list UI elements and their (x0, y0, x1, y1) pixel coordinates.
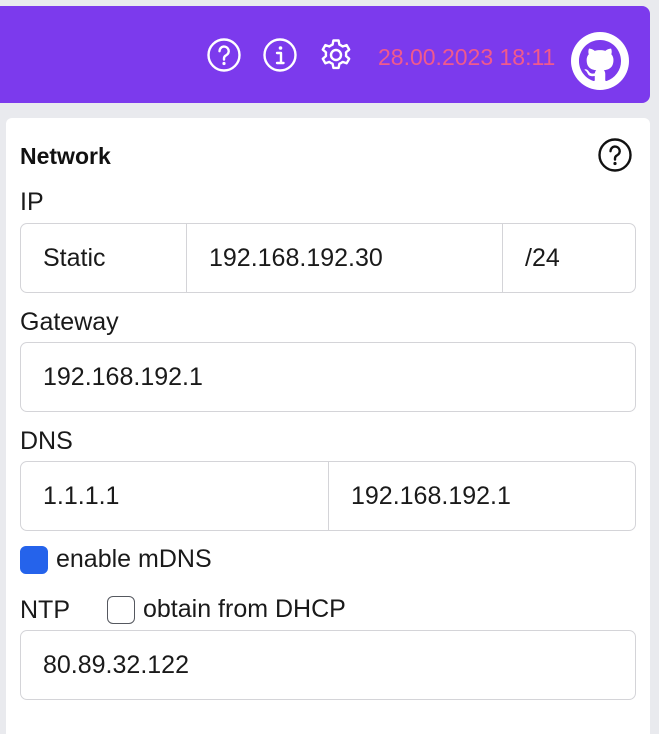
ntp-dhcp-label: obtain from DHCP (143, 595, 346, 623)
section-title: Network (20, 143, 111, 169)
ip-address-input[interactable]: 192.168.192.30 (186, 224, 502, 292)
top-bar: 28.00.2023 18:11 (0, 6, 650, 103)
dns-label: DNS (20, 427, 73, 455)
gateway-label: Gateway (20, 308, 119, 336)
github-icon[interactable] (571, 32, 629, 90)
ip-label: IP (20, 188, 44, 216)
network-card: Network IP Static 192.168.192.30 /24 Gat… (6, 118, 650, 734)
ntp-label: NTP (20, 596, 70, 624)
ip-prefix-input[interactable]: /24 (502, 224, 635, 292)
gear-icon[interactable] (318, 37, 354, 73)
ip-mode-select[interactable]: Static (21, 224, 186, 292)
gateway-input[interactable]: 192.168.192.1 (21, 343, 635, 411)
dns-input-group: 1.1.1.1 192.168.192.1 (20, 461, 636, 531)
mdns-label: enable mDNS (56, 545, 212, 573)
help-icon[interactable] (597, 137, 633, 173)
ip-input-group: Static 192.168.192.30 /24 (20, 223, 636, 293)
mdns-checkbox[interactable] (20, 545, 48, 574)
gateway-input-group: 192.168.192.1 (20, 342, 636, 412)
help-icon[interactable] (206, 37, 242, 73)
dns-primary-input[interactable]: 1.1.1.1 (21, 462, 328, 530)
ntp-input-group: 80.89.32.122 (20, 630, 636, 700)
dns-secondary-input[interactable]: 192.168.192.1 (328, 462, 635, 530)
ntp-dhcp-row[interactable]: obtain from DHCP (107, 595, 346, 624)
info-icon[interactable] (262, 37, 298, 73)
mdns-row[interactable]: enable mDNS (20, 545, 212, 574)
ntp-dhcp-checkbox[interactable] (107, 595, 135, 624)
ntp-server-input[interactable]: 80.89.32.122 (21, 631, 635, 699)
datetime-display: 28.00.2023 18:11 (378, 44, 556, 70)
